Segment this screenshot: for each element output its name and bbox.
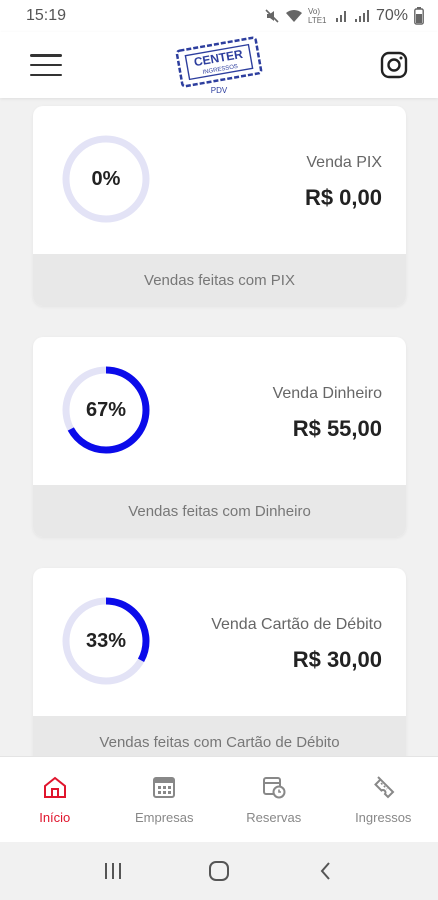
battery-icon: [414, 7, 424, 25]
status-right: Vo) LTE1 70%: [264, 7, 424, 25]
wifi-icon: [285, 9, 302, 22]
status-time: 15:19: [26, 7, 67, 24]
ticket-icon: [374, 776, 395, 799]
recent-apps-button[interactable]: [93, 851, 133, 891]
signal-bars-icon: [354, 10, 369, 22]
network-label: Vo) LTE1: [307, 7, 327, 25]
nav-label: Reservas: [246, 810, 302, 825]
card-footer: Vendas feitas com Cartão de Débito: [33, 716, 406, 756]
building-icon: [153, 777, 176, 798]
mute-icon: [265, 9, 279, 23]
calendar-clock-icon: [262, 777, 286, 799]
recent-apps-icon: [105, 863, 121, 879]
nav-item-ingressos[interactable]: Ingressos: [329, 757, 438, 842]
instagram-icon[interactable]: [380, 51, 408, 79]
back-button[interactable]: [305, 851, 345, 891]
card-footer: Vendas feitas com Dinheiro: [33, 485, 406, 537]
android-nav-bar: [0, 842, 438, 900]
nav-label: Ingressos: [355, 810, 412, 825]
card-footer: Vendas feitas com PIX: [33, 254, 406, 306]
status-bar: 15:19 Vo) LTE1 70%: [0, 0, 438, 32]
bottom-nav: Início Empresas Reservas Ingressos: [0, 756, 438, 842]
sales-card-dinheiro: 67% Venda Dinheiro R$ 55,00 Vendas feita…: [33, 337, 406, 537]
sales-card-debito: 33% Venda Cartão de Débito R$ 30,00 Vend…: [33, 568, 406, 756]
home-button[interactable]: [199, 851, 239, 891]
nav-item-empresas[interactable]: Empresas: [110, 757, 220, 842]
card-title: Venda Dinheiro: [272, 385, 382, 402]
card-value: R$ 30,00: [292, 647, 382, 672]
nav-item-inicio[interactable]: Início: [0, 757, 110, 842]
home-circle-icon: [209, 861, 229, 881]
nav-item-reservas[interactable]: Reservas: [219, 757, 329, 842]
nav-label: Empresas: [134, 810, 194, 825]
nav-label: Início: [39, 810, 71, 825]
card-title: Venda PIX: [306, 154, 382, 171]
back-icon: [320, 862, 330, 880]
percent-label: 0%: [91, 167, 121, 190]
percent-label: 33%: [85, 629, 127, 652]
center-ingressos-logo: CENTER INGRESSOS PDV: [175, 36, 263, 95]
card-title: Venda Cartão de Débito: [211, 616, 382, 633]
dashboard-content: 0% Venda PIX R$ 0,00 Vendas feitas com P…: [0, 98, 438, 756]
app-header: CENTER INGRESSOS PDV: [0, 32, 438, 98]
card-value: R$ 0,00: [304, 185, 382, 210]
signal-icon: [335, 11, 346, 22]
sales-card-pix: 0% Venda PIX R$ 0,00 Vendas feitas com P…: [33, 106, 406, 306]
card-value: R$ 55,00: [292, 416, 382, 441]
home-icon: [43, 776, 66, 798]
menu-button[interactable]: [30, 54, 62, 76]
logo-pdv-text: PDV: [211, 86, 228, 95]
status-icons: Vo) LTE1: [264, 7, 370, 25]
battery-level: 70%: [375, 7, 408, 24]
percent-label: 67%: [85, 398, 127, 421]
